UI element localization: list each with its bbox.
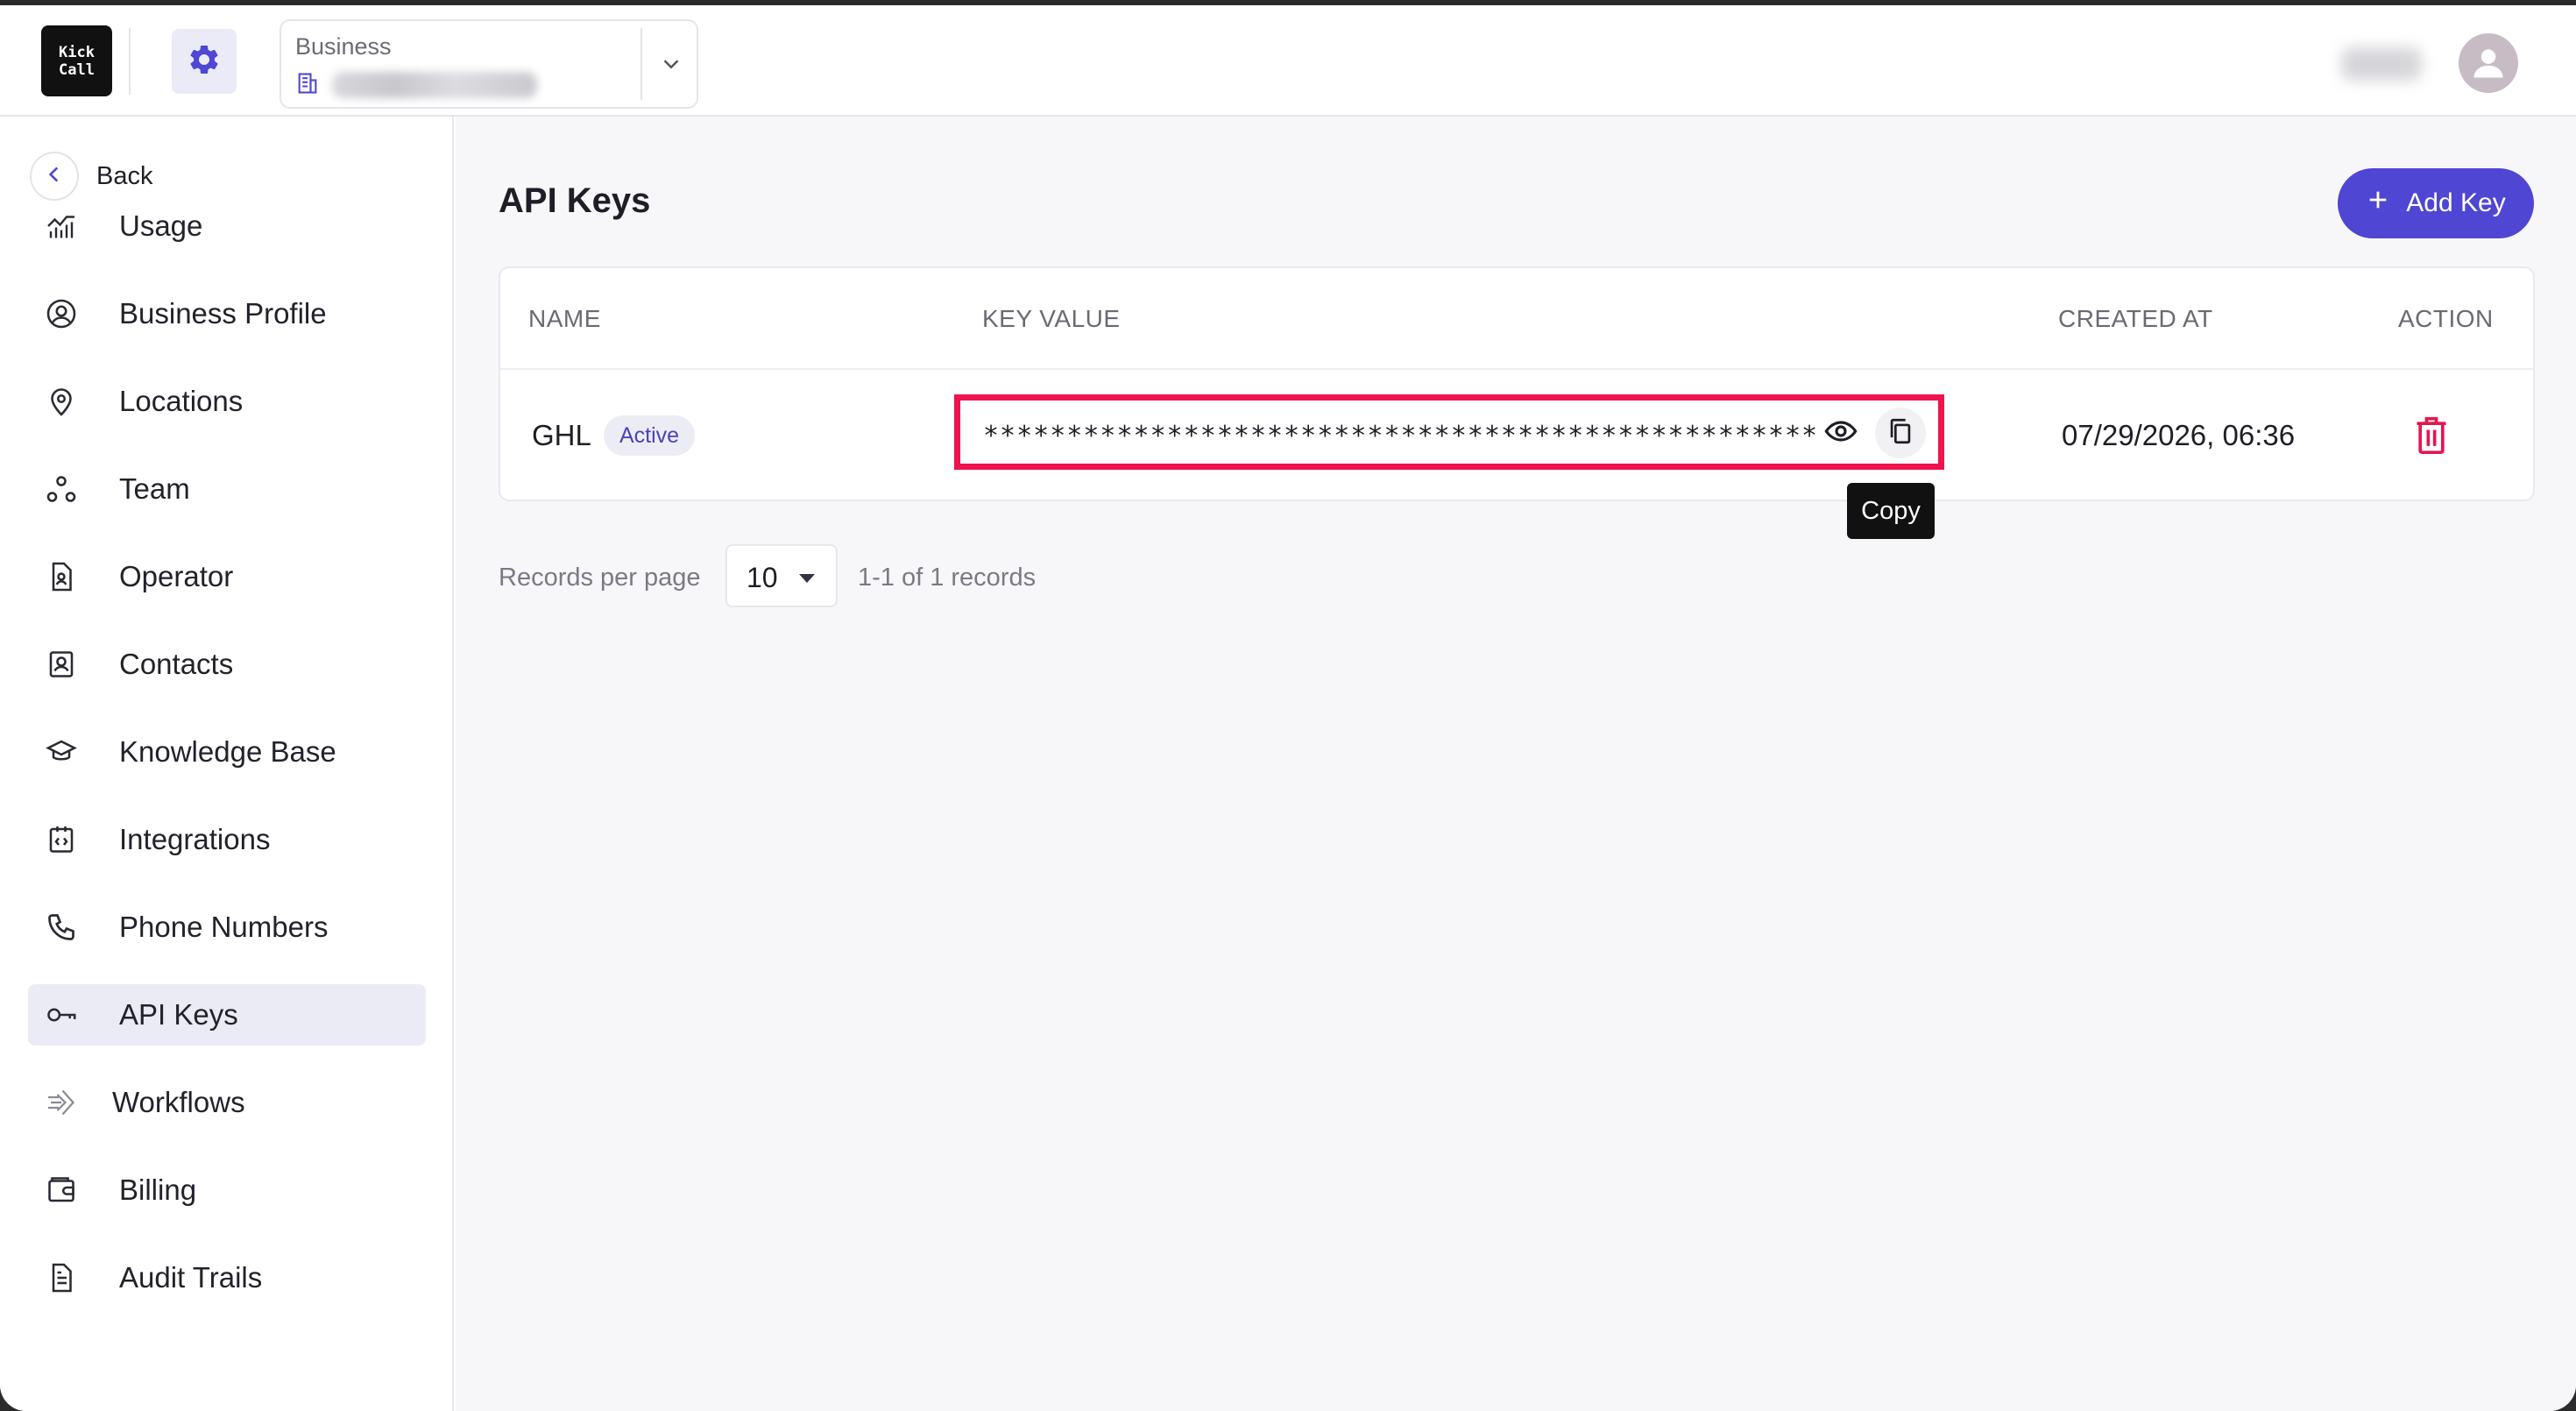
trash-icon — [2412, 414, 2451, 460]
copy-icon — [1886, 416, 1915, 450]
wallet-icon — [46, 1174, 77, 1206]
sidebar-item-label: Locations — [119, 385, 244, 417]
add-key-button[interactable]: Add Key — [2338, 168, 2534, 238]
sidebar-item-label: Integrations — [119, 823, 271, 855]
document-icon — [46, 1262, 77, 1294]
sidebar-item-label: Usage — [119, 209, 203, 242]
masked-key-value: ****************************************… — [983, 421, 1819, 451]
plus-icon — [2366, 188, 2390, 219]
caret-down-icon — [797, 572, 817, 589]
operator-badge-icon — [46, 561, 77, 592]
header-divider — [500, 368, 2533, 370]
business-label: Business — [295, 33, 392, 60]
sidebar-item-label: Audit Trails — [119, 1261, 263, 1294]
user-name-redacted — [2341, 47, 2422, 81]
column-header-created-at[interactable]: CREATED AT — [2058, 305, 2213, 333]
eye-icon — [1823, 414, 1858, 453]
created-at-value: 07/29/2026, 06:36 — [2062, 419, 2296, 451]
sidebar-item-label: Phone Numbers — [119, 911, 329, 943]
sidebar-item-knowledge-base[interactable]: Knowledge Base — [28, 721, 426, 783]
sidebar-item-phone-numbers[interactable]: Phone Numbers — [28, 897, 426, 958]
graduation-cap-icon — [46, 736, 77, 768]
records-count: 1-1 of 1 records — [858, 564, 1037, 592]
sidebar-item-label: Contacts — [119, 648, 234, 680]
contact-card-icon — [46, 649, 77, 680]
back-button[interactable]: Back — [30, 150, 152, 202]
sidebar-item-audit-trails[interactable]: Audit Trails — [28, 1247, 426, 1308]
sidebar-item-api-keys[interactable]: API Keys — [28, 984, 426, 1046]
delete-key-button[interactable] — [2407, 412, 2456, 461]
logo-line-2: Call — [59, 60, 95, 79]
workflow-icon — [46, 1087, 77, 1118]
sidebar-item-billing[interactable]: Billing — [28, 1159, 426, 1221]
copy-tooltip: Copy — [1847, 483, 1935, 539]
location-pin-icon — [46, 386, 77, 417]
sidebar-item-operator[interactable]: Operator — [28, 546, 426, 607]
gear-icon — [187, 42, 222, 82]
phone-icon — [46, 911, 77, 943]
app-window: Kick Call Business Back Usage Business P… — [0, 5, 2576, 1411]
column-header-action: ACTION — [2398, 305, 2494, 332]
sidebar-item-business-profile[interactable]: Business Profile — [28, 283, 426, 344]
records-per-page-label: Records per page — [499, 564, 701, 592]
sidebar-item-contacts[interactable]: Contacts — [28, 634, 426, 695]
sidebar-item-label: Operator — [119, 560, 234, 592]
sidebar-item-label: Workflows — [112, 1086, 245, 1118]
sidebar-item-team[interactable]: Team — [28, 458, 426, 520]
key-value-field: ****************************************… — [954, 394, 1944, 470]
sidebar-item-label: Business Profile — [119, 297, 327, 330]
sidebar-item-locations[interactable]: Locations — [28, 371, 426, 432]
sidebar-item-label: Billing — [119, 1173, 197, 1206]
sidebar-item-label: Knowledge Base — [119, 735, 336, 768]
business-selector[interactable]: Business — [280, 19, 698, 109]
per-page-value: 10 — [747, 562, 778, 593]
key-icon — [46, 999, 77, 1031]
column-header-name[interactable]: NAME — [528, 305, 601, 333]
page-title: API Keys — [499, 181, 651, 220]
chevron-left-icon — [43, 163, 66, 190]
back-circle[interactable] — [30, 152, 79, 201]
settings-button[interactable] — [172, 29, 237, 94]
sidebar-item-usage[interactable]: Usage — [28, 195, 426, 257]
status-badge: Active — [604, 415, 695, 456]
add-key-label: Add Key — [2406, 188, 2506, 217]
divider — [129, 28, 131, 95]
avatar[interactable] — [2459, 33, 2518, 93]
logo-line-1: Kick — [59, 43, 95, 61]
column-header-key-value[interactable]: KEY VALUE — [982, 305, 1121, 333]
records-per-page-select[interactable]: 10 — [725, 544, 838, 607]
sidebar: Back Usage Business Profile Locations Te… — [0, 117, 454, 1411]
reveal-key-button[interactable] — [1821, 413, 1861, 453]
sidebar-item-integrations[interactable]: Integrations — [28, 809, 426, 870]
key-name: GHL — [532, 419, 591, 451]
selector-divider — [640, 28, 642, 100]
main-content: API Keys Add Key NAME KEY VALUE CREATED … — [456, 117, 2576, 1411]
api-keys-table: NAME KEY VALUE CREATED AT ACTION GHL Act… — [499, 266, 2535, 501]
team-nodes-icon — [46, 473, 77, 505]
kickcall-logo[interactable]: Kick Call — [41, 25, 112, 96]
code-calendar-icon — [46, 824, 77, 855]
sidebar-item-label: API Keys — [119, 998, 238, 1031]
back-label: Back — [96, 161, 153, 190]
sidebar-item-workflows[interactable]: Workflows — [28, 1072, 426, 1133]
chart-line-icon — [46, 210, 77, 242]
copy-key-button[interactable] — [1875, 408, 1926, 458]
building-icon — [295, 70, 320, 101]
sidebar-item-label: Team — [119, 472, 190, 505]
top-bar: Kick Call Business — [0, 5, 2576, 117]
chevron-down-icon[interactable] — [658, 51, 684, 82]
user-circle-icon — [46, 298, 77, 330]
business-name-redacted — [332, 72, 537, 98]
